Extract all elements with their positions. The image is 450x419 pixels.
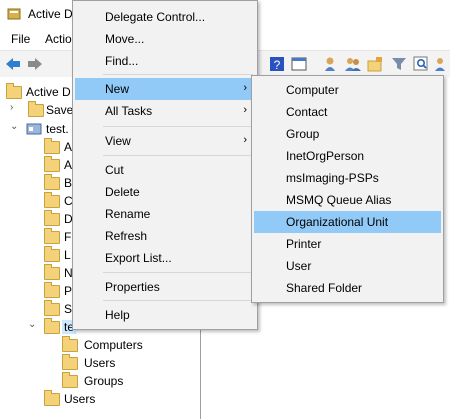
chevron-down-icon[interactable]: ⌄ [10,121,18,132]
find-icon[interactable] [412,55,430,73]
new-group-icon[interactable] [344,55,362,73]
submenu-item-user[interactable]: User [254,255,441,277]
folder-icon [44,300,60,316]
context-menu: Delegate Control... Move... Find... New ›… [72,0,258,330]
submenu-item-inetorgperson[interactable]: InetOrgPerson [254,145,441,167]
ou-folder-icon [44,318,60,334]
menu-item-help[interactable]: Help [75,304,255,326]
snapin-icon [6,83,22,99]
app-icon [7,7,21,21]
window-title: Active Di [28,7,76,21]
menu-item-refresh[interactable]: Refresh [75,225,255,247]
menu-item-delete[interactable]: Delete [75,181,255,203]
menu-separator [103,155,253,156]
properties-icon[interactable] [290,55,308,73]
new-submenu: Computer Contact Group InetOrgPerson msI… [251,75,444,303]
folder-icon [28,101,44,117]
chevron-right-icon: › [243,104,247,116]
filter-icon[interactable] [390,55,408,73]
submenu-item-msmq-queue-alias[interactable]: MSMQ Queue Alias [254,189,441,211]
menu-item-properties[interactable]: Properties [75,276,255,298]
menu-item-all-tasks[interactable]: All Tasks › [75,100,255,122]
menu-item-move[interactable]: Move... [75,28,255,50]
new-ou-icon[interactable] [366,55,384,73]
menu-item-find[interactable]: Find... [75,50,255,72]
folder-icon [44,210,60,226]
chevron-right-icon: › [243,134,247,146]
menu-separator [103,74,253,75]
chevron-right-icon: › [243,82,247,94]
folder-icon [44,246,60,262]
forward-arrow-icon[interactable] [26,55,44,73]
submenu-item-contact[interactable]: Contact [254,101,441,123]
folder-icon [62,336,78,352]
folder-icon [44,282,60,298]
menu-item-rename[interactable]: Rename [75,203,255,225]
folder-icon [44,138,60,154]
folder-icon [44,192,60,208]
folder-icon [44,228,60,244]
folder-icon [62,354,78,370]
menu-item-view[interactable]: View › [75,130,255,152]
help-icon[interactable]: ? [268,55,286,73]
svg-text:?: ? [274,58,281,72]
group-add-icon[interactable] [433,55,450,73]
menu-item-delegate-control[interactable]: Delegate Control... [75,6,255,28]
folder-icon [62,372,78,388]
submenu-item-group[interactable]: Group [254,123,441,145]
folder-icon [44,264,60,280]
domain-icon [26,123,42,135]
chevron-down-icon[interactable]: ⌄ [28,319,36,330]
folder-icon [44,156,60,172]
submenu-item-msimaging-psps[interactable]: msImaging-PSPs [254,167,441,189]
new-user-icon[interactable] [322,55,340,73]
menu-separator [103,126,253,127]
submenu-item-printer[interactable]: Printer [254,233,441,255]
folder-icon [44,174,60,190]
folder-icon [44,390,60,406]
back-arrow-icon[interactable] [4,55,22,73]
menu-item-new[interactable]: New › [75,78,255,100]
submenu-item-computer[interactable]: Computer [254,79,441,101]
menu-separator [103,272,253,273]
submenu-item-organizational-unit[interactable]: Organizational Unit [254,211,441,233]
menu-separator [103,300,253,301]
menu-action[interactable]: Actio [45,32,72,46]
submenu-item-shared-folder[interactable]: Shared Folder [254,277,441,299]
chevron-right-icon[interactable]: › [10,102,13,113]
menu-item-export-list[interactable]: Export List... [75,247,255,269]
menu-item-cut[interactable]: Cut [75,159,255,181]
menu-file[interactable]: File [11,32,30,46]
